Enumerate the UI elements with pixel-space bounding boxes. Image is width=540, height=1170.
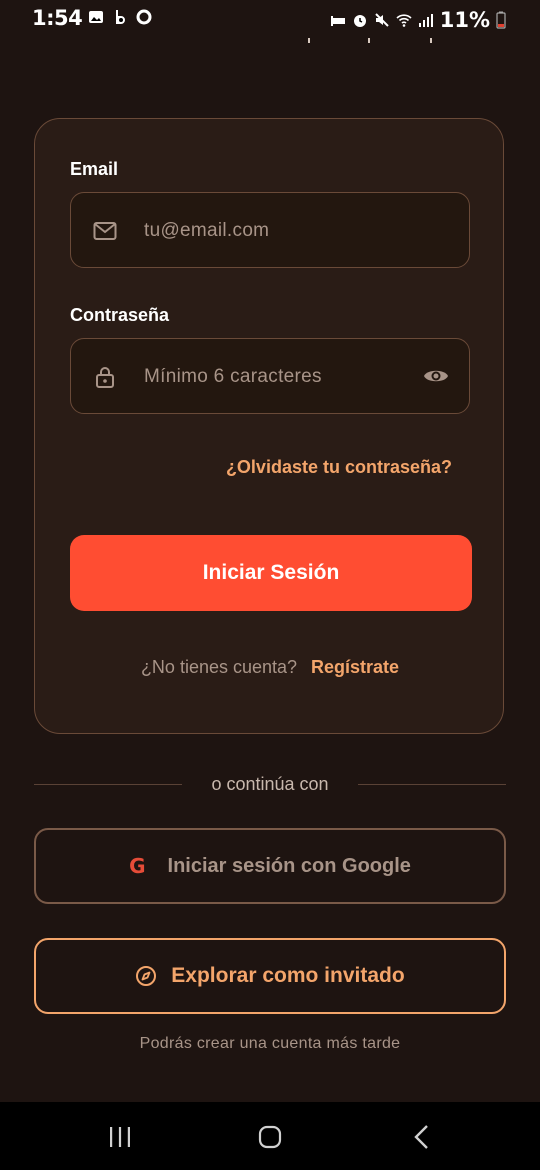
email-placeholder: tu@email.com [144, 220, 270, 241]
battery-level: 11% [439, 8, 490, 32]
google-icon: G [129, 854, 146, 878]
status-tick-marks [0, 38, 540, 44]
wifi-icon [396, 14, 412, 27]
home-icon[interactable] [256, 1124, 284, 1150]
gallery-icon [89, 11, 103, 23]
recent-apps-icon[interactable] [106, 1124, 134, 1150]
forgot-password-link[interactable]: ¿Olvidaste tu contraseña? [226, 457, 452, 478]
divider-label: o continúa con [195, 774, 345, 794]
mail-icon [93, 222, 117, 240]
password-field[interactable]: Mínimo 6 caracteres [70, 338, 470, 414]
google-button-label: Iniciar sesión con Google [167, 854, 411, 877]
email-field[interactable]: tu@email.com [70, 192, 470, 268]
status-left-icons [88, 9, 152, 25]
google-signin-button[interactable]: G Iniciar sesión con Google [34, 828, 506, 904]
password-label: Contraseña [70, 305, 170, 325]
sleep-icon [330, 16, 345, 26]
status-right-icons: 11% [330, 8, 506, 32]
status-time: 1:54 [32, 6, 83, 30]
lock-icon [96, 367, 114, 388]
register-link[interactable]: Regístrate [311, 657, 399, 677]
eye-icon[interactable] [423, 365, 449, 387]
compass-icon [136, 966, 157, 986]
o-app-icon [136, 9, 152, 25]
signal-icon [418, 14, 433, 27]
guest-button-label: Explorar como invitado [171, 964, 405, 987]
signup-row: ¿No tienes cuenta? Regístrate [35, 657, 505, 678]
later-note: Podrás crear una cuenta más tarde [139, 1035, 401, 1052]
no-account-text: ¿No tienes cuenta? [140, 657, 298, 677]
mute-icon [375, 13, 389, 27]
back-icon[interactable] [408, 1124, 436, 1150]
email-label: Email [70, 159, 119, 179]
guest-button[interactable]: Explorar como invitado [34, 938, 506, 1014]
system-nav-bar [0, 1102, 540, 1170]
divider-text: o continúa con [0, 774, 540, 795]
battery-icon [496, 11, 506, 29]
alarm-icon [353, 15, 366, 27]
login-card: Email tu@email.com Contraseña Mínimo 6 c… [34, 118, 504, 734]
b-app-icon [116, 10, 125, 24]
login-button[interactable]: Iniciar Sesión [70, 535, 472, 611]
status-bar: 1:54 11% [0, 0, 540, 40]
password-placeholder: Mínimo 6 caracteres [144, 366, 322, 387]
